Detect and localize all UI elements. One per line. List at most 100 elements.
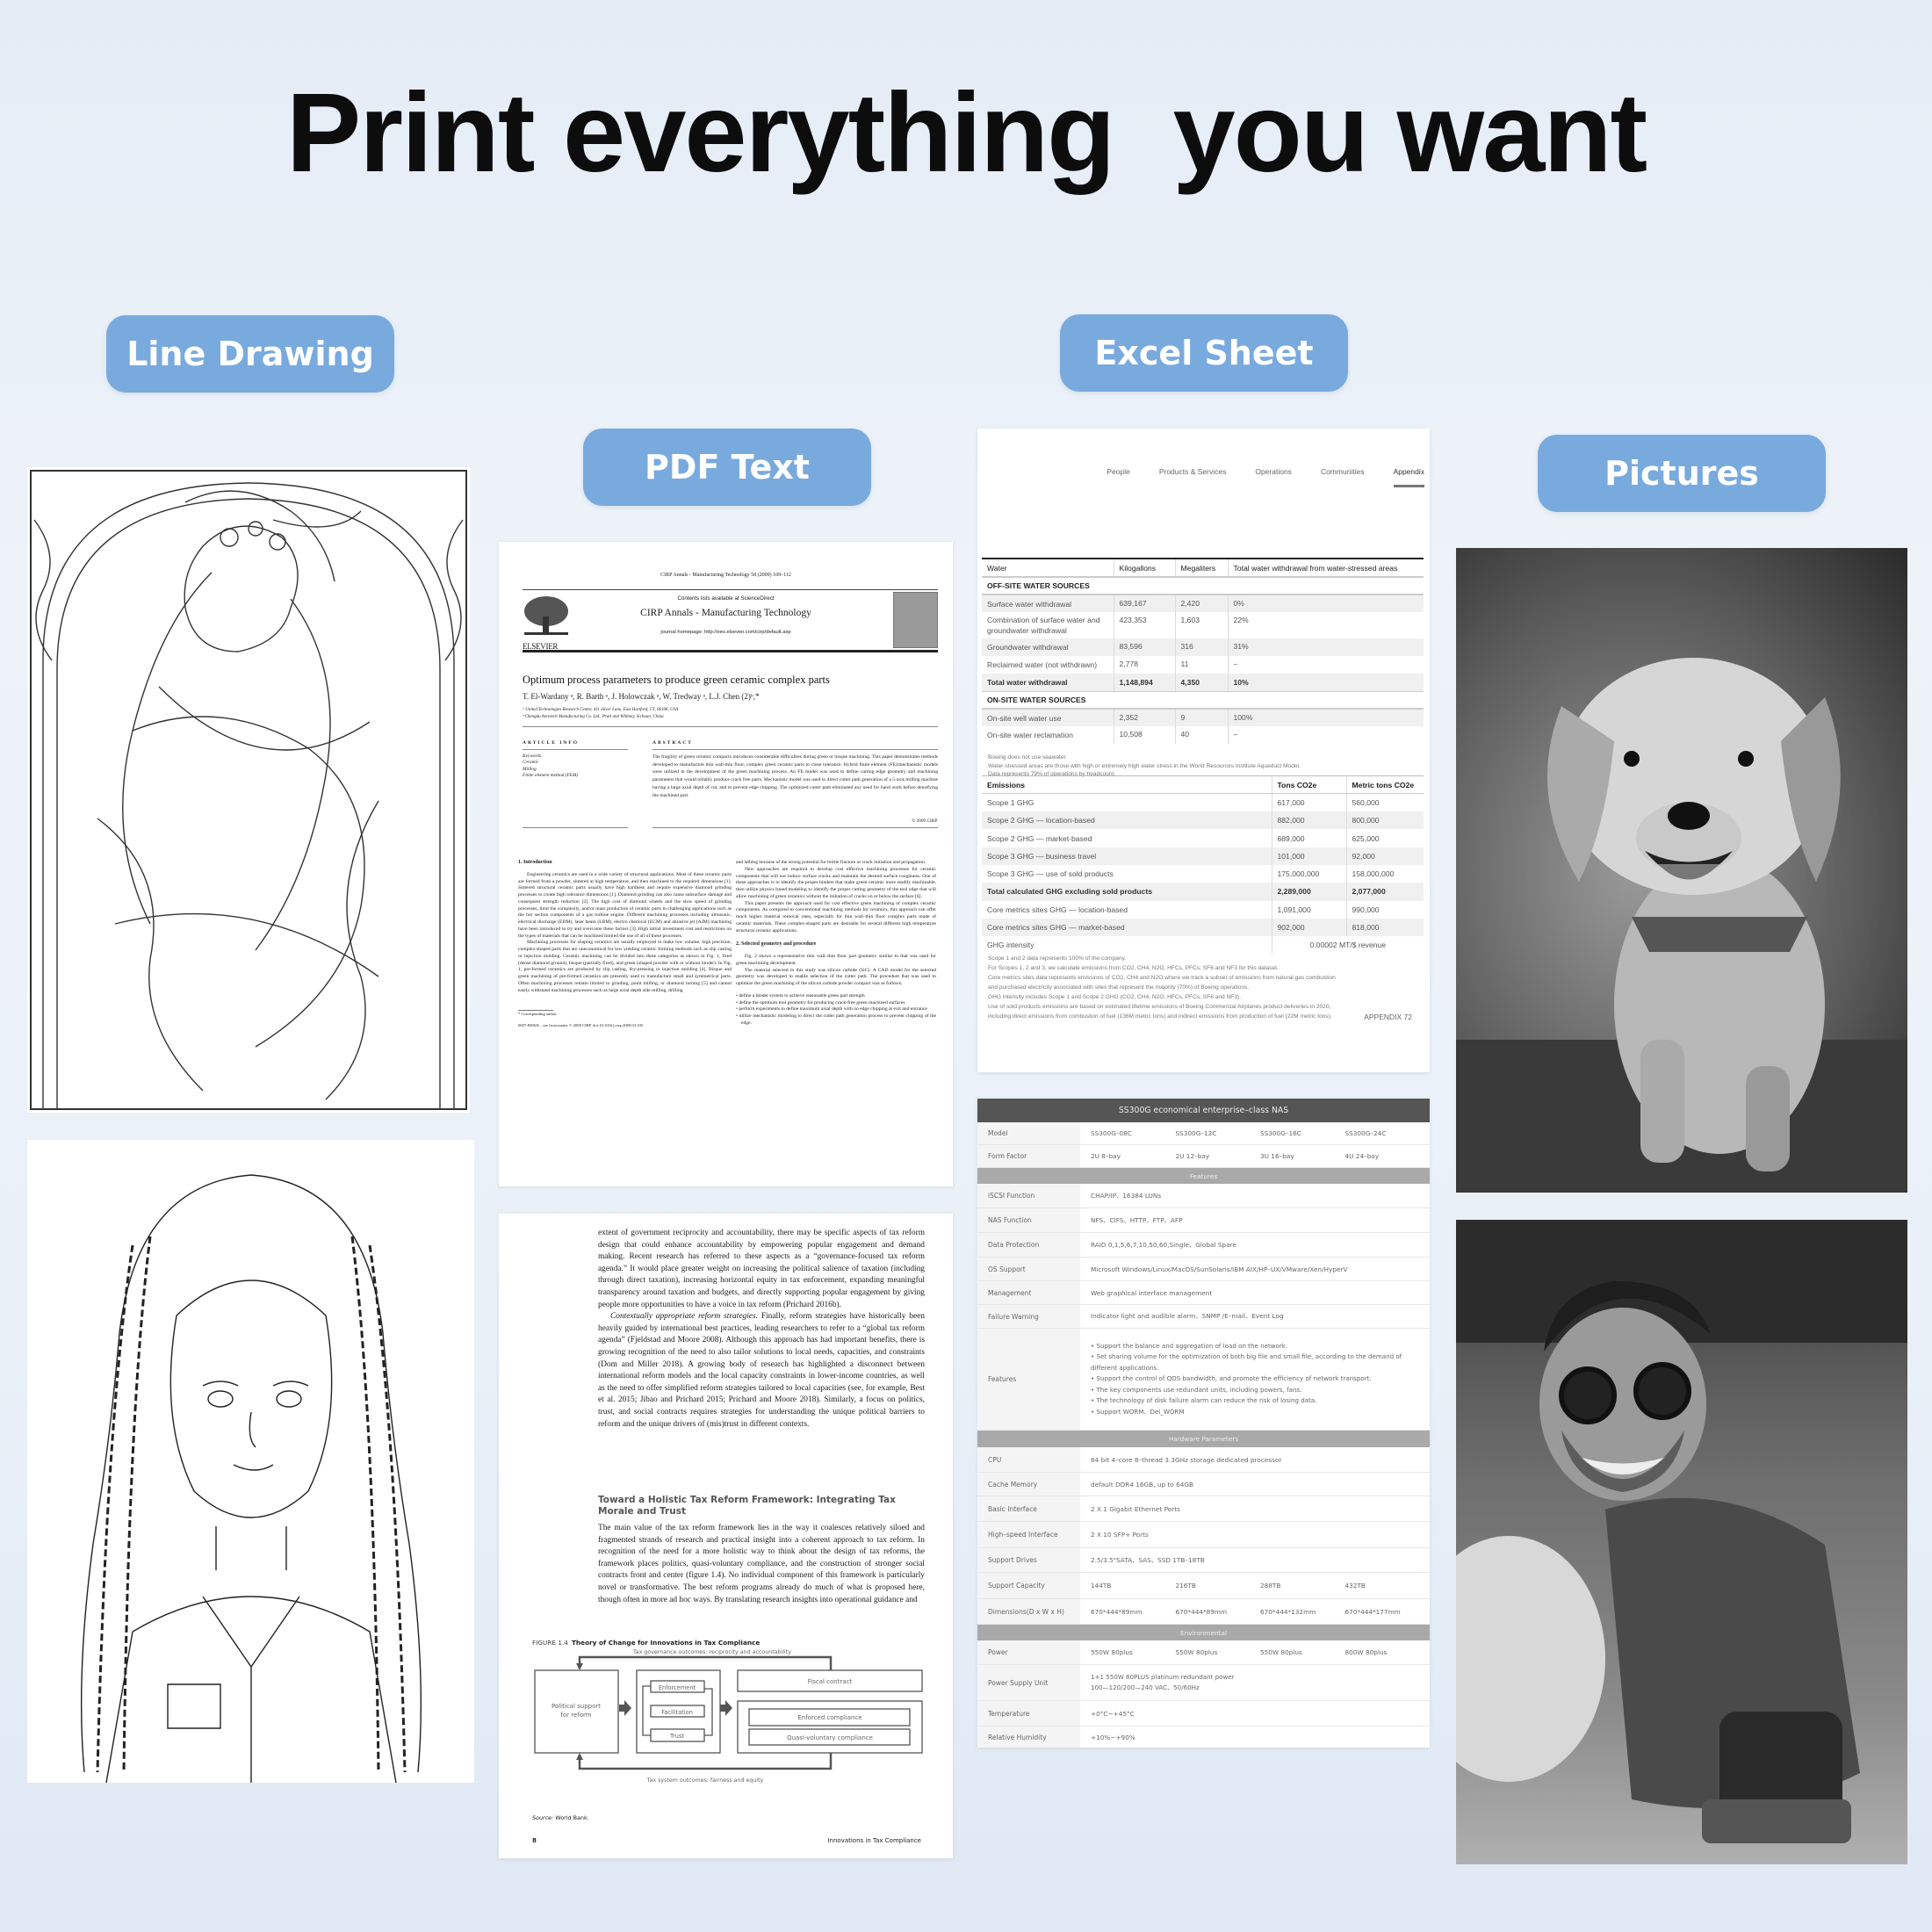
spec-label: Form Factor: [977, 1145, 1080, 1167]
diagram-trust: Trust: [669, 1733, 684, 1740]
diagram-top-label: Tax governance outcomes: reciprocity and…: [632, 1649, 791, 1655]
spec-list-item: 1+1 550W 80PLUS platinum redundant power: [1091, 1672, 1235, 1681]
group-title: OFF-SITE WATER SOURCES: [982, 577, 1424, 595]
spec-cell: 800W 80plus: [1344, 1648, 1388, 1656]
tab-communities[interactable]: Communities: [1321, 467, 1365, 487]
paragraph: Machining processes for shaping ceramics…: [518, 940, 732, 993]
procedure-item: • utilize mechanistic modeling to direct…: [736, 1013, 936, 1027]
column-header: Total water withdrawal from water-stress…: [1227, 559, 1424, 578]
spec-row: Power Supply Unit 1+1 550W 80PLUS platinu…: [977, 1665, 1430, 1701]
spec-row: Cache Memory default DDR4 16GB, up to 64G…: [977, 1473, 1430, 1496]
spec-cell: 550W 80plus: [1260, 1648, 1302, 1656]
table-cell: 2,077,000: [1345, 883, 1424, 901]
tab-operations[interactable]: Operations: [1255, 467, 1292, 487]
spec-row: Features • Support the balance and aggreg…: [977, 1329, 1430, 1431]
spec-cell: 2U 12–bay: [1175, 1152, 1210, 1160]
spec-list-item: • Support WORM、Del_WORM: [1091, 1407, 1185, 1416]
spec-value: NFS、CIFS、HTTP、FTP、AFP: [1080, 1208, 1430, 1232]
table-cell: Scope 3 GHG — business travel: [982, 847, 1272, 865]
table-cell: Core metrics sites GHG — market-based: [982, 918, 1272, 937]
note: For Scopes 1, 2 and 3, we calculate emis…: [988, 965, 1279, 971]
keywords: Keywords: Ceramic Milling Finite element…: [523, 753, 578, 780]
source-label: Source:: [532, 1814, 554, 1821]
diagram-enforcement: Enforcement: [659, 1684, 696, 1691]
footer-title: Innovations in Tax Compliance: [827, 1837, 921, 1844]
spec-value: +10%~+90%: [1080, 1727, 1430, 1748]
header-row: Water Kilogallons Megaliters Total water wi…: [982, 559, 1424, 578]
label-excel-sheet: Excel Sheet: [1060, 314, 1348, 392]
table-cell: Scope 1 GHG: [987, 798, 1034, 808]
table-row: Scope 2 GHG — location-based 882,000 800,0…: [982, 811, 1424, 830]
spec-row: NAS Function NFS、CIFS、HTTP、FTP、AFP: [977, 1208, 1430, 1233]
table-cell: Surface water withdrawal: [982, 595, 1114, 612]
publisher-name: ELSEVIER: [523, 642, 559, 651]
spec-cell: 670*444*132mm: [1260, 1607, 1316, 1616]
table-cell: On-site water reclamation: [987, 731, 1073, 739]
running-head: CIRP Annals - Manufacturing Technology 5…: [660, 573, 791, 578]
note: including direct emissions from combusti…: [988, 1013, 1332, 1020]
total-row: Total calculated GHG excluding sold prod…: [982, 883, 1424, 901]
tab-appendix[interactable]: Appendix: [1393, 467, 1424, 487]
intensity-row: GHG intensity 0.00002 MT/$ revenue: [982, 936, 1424, 955]
spec-cell: CHAP/IP、16384 LUNs: [1091, 1191, 1162, 1200]
journal-homepage: journal homepage: http://ees.elsevier.co…: [660, 630, 791, 635]
note: Water-stressed areas are those with high…: [988, 762, 1301, 769]
header-row: Emissions Tons CO2e Metric tons CO2e: [982, 775, 1424, 795]
spec-row: Basic Interface 2 X 1 Gigabit Ethernet Po…: [977, 1496, 1430, 1522]
keywords-label: Keywords:: [523, 753, 543, 759]
table-cell: 617,000: [1271, 793, 1346, 812]
table-cell: 31%: [1227, 638, 1424, 656]
table-cell: Total calculated GHG excluding sold prod…: [982, 883, 1272, 901]
excel-sheet-appendix: People Products & Services Operations Commu…: [977, 429, 1430, 1072]
table-cell: 40: [1174, 726, 1228, 744]
article-authors: T. El-Wardany ᵃ, R. Barth ᵃ, J. Holowcza…: [523, 692, 760, 701]
spec-cell: default DDR4 16GB, up to 64GB: [1091, 1480, 1194, 1489]
spec-list-item: • Support the control of QOS bandwidth, …: [1091, 1374, 1372, 1383]
spec-label: High–speed Interface: [977, 1522, 1080, 1547]
affiliation: ᵃ United Technologies Research Center, 4…: [523, 708, 679, 712]
spec-value: Microsoft Windows/Linux/MacOS/SunSolaris…: [1080, 1258, 1430, 1280]
figure-title: FIGURE 1.4 Theory of Change for Innovatio…: [532, 1639, 760, 1647]
table-cell: GHG intensity: [987, 941, 1034, 950]
abstract-heading: ABSTRACT: [652, 740, 693, 746]
spec-value: 1+1 550W 80PLUS platinum redundant power…: [1080, 1665, 1430, 1700]
figure-caption: Theory of Change for Innovations in Tax …: [571, 1639, 761, 1647]
spec-cell: Microsoft Windows/Linux/MacOS/SunSolaris…: [1091, 1265, 1348, 1273]
column-header: Tons CO2e: [1271, 775, 1346, 795]
table-row: Reclaimed water (not withdrawn) 2,778 11–: [982, 656, 1424, 674]
table-cell: 625,000: [1345, 829, 1424, 847]
spec-cell: 144TB: [1091, 1582, 1112, 1590]
spec-value: 2 X 1 Gigabit Ethernet Ports: [1080, 1496, 1430, 1521]
spec-cell: RAID 0,1,5,6,7,10,50,60,Single、Global Sp…: [1091, 1240, 1236, 1249]
spec-label: iSCSI Function: [977, 1184, 1080, 1208]
line-drawing-art-nouveau-woman: [27, 467, 470, 1113]
spec-label: Model: [977, 1122, 1080, 1144]
spec-label: Failure Warning: [977, 1305, 1080, 1328]
section-heading: Toward a Holistic Tax Reform Framework: …: [598, 1495, 896, 1517]
spec-value: 550W 80plus 550W 80plus 550W 80plus 800W 80…: [1080, 1640, 1430, 1664]
note: Use of sold products emissions are based…: [988, 1004, 1331, 1010]
spec-value: +0°C~+45°C: [1080, 1701, 1430, 1726]
group-title: ON-SITE WATER SOURCES: [982, 691, 1424, 710]
tab-people[interactable]: People: [1107, 467, 1129, 487]
table-cell: 83,596: [1113, 638, 1175, 656]
spec-label: Temperature: [977, 1701, 1080, 1726]
spec-value: 2.5/3.5"SATA、SAS、SSD 1TB–18TB: [1080, 1548, 1430, 1572]
tab-products-services[interactable]: Products & Services: [1159, 467, 1227, 487]
spec-row: Model SS300G–08C SS300G–12C SS300G–16C SS300…: [977, 1122, 1430, 1145]
photo-man-with-glasses: [1456, 1220, 1907, 1864]
spec-list-item: • Support the balance and aggregation of…: [1091, 1341, 1288, 1350]
paragraph-text: Finally, reform strategies have historic…: [598, 1312, 925, 1429]
spec-cell: 3U 16–bay: [1260, 1152, 1294, 1160]
spec-value: 670*444*89mm 670*444*89mm 670*444*132mm 670…: [1080, 1599, 1430, 1624]
table-cell: 560,000: [1345, 793, 1424, 812]
procedure-list: • define a binder system to achieve reas…: [736, 993, 936, 1027]
spec-cell: SS300G–16C: [1260, 1129, 1301, 1137]
table-row: Scope 1 GHG 617,000 560,000: [982, 793, 1424, 812]
table-cell: –: [1227, 656, 1424, 674]
table-cell: 92,000: [1345, 847, 1424, 865]
procedure-item: • define a binder system to achieve reas…: [736, 993, 936, 1000]
diagram-fiscal-contract: Fiscal contract: [808, 1678, 853, 1685]
theory-of-change-diagram: Tax governance outcomes: reciprocity and…: [534, 1649, 923, 1784]
spec-row: Management Web graphical interface manage…: [977, 1281, 1430, 1305]
